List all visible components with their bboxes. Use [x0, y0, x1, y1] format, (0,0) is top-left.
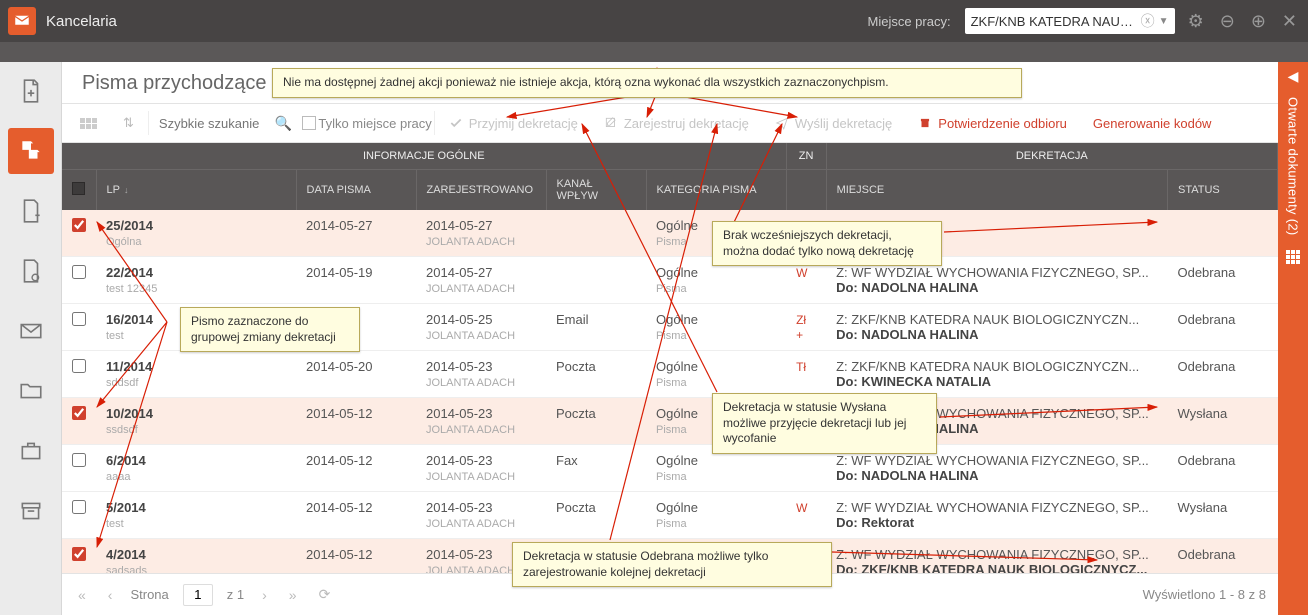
row-checkbox[interactable]	[72, 218, 86, 232]
header-checkbox[interactable]	[62, 169, 96, 210]
callout-status-sent: Dekretacja w statusie Wysłana możliwe pr…	[712, 393, 937, 454]
only-workplace-label: Tylko miejsce pracy	[318, 116, 431, 131]
graybar	[0, 42, 1308, 62]
documents-table: INFORMACJE OGÓLNE ZN DEKRETACJA LP↓ DATA…	[62, 143, 1278, 573]
workplace-clear-icon[interactable]: ⓧ	[1141, 11, 1155, 31]
view-grid-button[interactable]	[68, 104, 109, 142]
generate-codes-button[interactable]: Generowanie kodów	[1081, 104, 1224, 142]
row-checkbox[interactable]	[72, 406, 86, 420]
table-row[interactable]: 11/2014sddsdf2014-05-202014-05-23JOLANTA…	[62, 350, 1278, 397]
col-date[interactable]: DATA PISMA	[296, 169, 416, 210]
topbar: Kancelaria Miejsce pracy: ZKF/KNB KATEDR…	[0, 0, 1308, 42]
right-panel-label: Otwarte dokumenty (2)	[1286, 97, 1301, 236]
accept-decree-button[interactable]: Przyjmij dekretację	[437, 104, 590, 142]
nav-new-doc[interactable]	[8, 68, 54, 114]
row-checkbox[interactable]	[72, 453, 86, 467]
register-decree-label: Zarejestruj dekretację	[624, 116, 749, 131]
pager-display: Wyświetlono 1 - 8 z 8	[1143, 587, 1266, 602]
col-cat[interactable]: KATEGORIA PISMA	[646, 169, 786, 210]
register-decree-button[interactable]: Zarejestruj dekretację	[592, 104, 761, 142]
app-icon	[8, 7, 36, 35]
row-checkbox[interactable]	[72, 547, 86, 561]
group-decree: DEKRETACJA	[826, 143, 1277, 169]
nav-doc-at[interactable]	[8, 248, 54, 294]
chevron-down-icon[interactable]: ▼	[1159, 16, 1169, 27]
group-zn: ZN	[786, 143, 826, 169]
close-icon[interactable]: ✕	[1279, 11, 1300, 32]
col-reg[interactable]: ZAREJESTROWANO	[416, 169, 546, 210]
generate-codes-label: Generowanie kodów	[1093, 116, 1212, 131]
col-status[interactable]: STATUS	[1167, 169, 1277, 210]
callout-status-received: Dekretacja w statusie Odebrana możliwe t…	[512, 542, 832, 587]
row-checkbox[interactable]	[72, 312, 86, 326]
sort-desc-icon: ↓	[124, 185, 129, 195]
col-channel[interactable]: KANAŁ WPŁYW	[546, 169, 646, 210]
next-page-button[interactable]: ›	[258, 587, 271, 603]
col-lp[interactable]: LP↓	[96, 169, 296, 210]
right-panel[interactable]: ◀ Otwarte dokumenty (2)	[1278, 62, 1308, 615]
nav-doc-add[interactable]	[8, 188, 54, 234]
search-icon[interactable]: 🔍	[275, 115, 292, 132]
page-of: z 1	[227, 587, 244, 602]
row-checkbox[interactable]	[72, 359, 86, 373]
callout-no-actions: Nie ma dostępnej żadnej akcji ponieważ n…	[272, 68, 1022, 98]
confirm-receipt-button[interactable]: Potwierdzenie odbioru	[906, 104, 1079, 142]
table-wrap: INFORMACJE OGÓLNE ZN DEKRETACJA LP↓ DATA…	[62, 143, 1278, 573]
page-input[interactable]	[183, 584, 213, 606]
maximize-icon[interactable]: ⊕	[1248, 11, 1269, 32]
apps-grid-icon[interactable]	[1286, 250, 1300, 264]
left-nav	[0, 62, 62, 615]
nav-briefcase[interactable]	[8, 428, 54, 474]
table-row[interactable]: 22/2014test 123452014-05-192014-05-27JOL…	[62, 256, 1278, 303]
app-title: Kancelaria	[46, 13, 117, 30]
workplace-select[interactable]: ZKF/KNB KATEDRA NAUK BI ⓧ ▼	[965, 8, 1175, 34]
nav-folder[interactable]	[8, 368, 54, 414]
confirm-receipt-label: Potwierdzenie odbioru	[938, 116, 1067, 131]
refresh-button[interactable]: ⟳	[315, 586, 335, 603]
callout-no-prev: Brak wcześniejszych dekretacji, można do…	[712, 221, 942, 266]
nav-archive[interactable]	[8, 488, 54, 534]
send-decree-button[interactable]: Wyślij dekretację	[763, 104, 904, 142]
table-row[interactable]: 25/2014Ogólna2014-05-272014-05-27JOLANTA…	[62, 210, 1278, 257]
workplace-value: ZKF/KNB KATEDRA NAUK BI	[971, 14, 1137, 29]
row-checkbox[interactable]	[72, 500, 86, 514]
search-input-wrap: 🔍	[151, 104, 300, 142]
workplace-label: Miejsce pracy:	[868, 14, 951, 29]
search-input[interactable]	[159, 116, 269, 131]
send-decree-label: Wyślij dekretację	[795, 116, 892, 131]
nav-incoming[interactable]	[8, 128, 54, 174]
table-row[interactable]: 6/2014aaaa2014-05-122014-05-23JOLANTA AD…	[62, 444, 1278, 491]
col-zn[interactable]	[786, 169, 826, 210]
minimize-icon[interactable]: ⊖	[1217, 11, 1238, 32]
gear-icon[interactable]: ⚙	[1185, 11, 1207, 32]
first-page-button[interactable]: «	[74, 587, 90, 603]
row-checkbox[interactable]	[72, 265, 86, 279]
chevron-left-icon[interactable]: ◀	[1288, 68, 1299, 85]
nav-mail[interactable]	[8, 308, 54, 354]
only-workplace-checkbox[interactable]	[302, 116, 316, 130]
last-page-button[interactable]: »	[285, 587, 301, 603]
toolbar: ⇅ 🔍 Tylko miejsce pracy Przyjmij dekreta…	[62, 103, 1278, 143]
table-row[interactable]: 5/2014test2014-05-122014-05-23JOLANTA AD…	[62, 491, 1278, 538]
prev-page-button[interactable]: ‹	[104, 587, 117, 603]
accept-decree-label: Przyjmij dekretację	[469, 116, 578, 131]
col-place[interactable]: MIEJSCE	[826, 169, 1167, 210]
table-row[interactable]: 10/2014ssdsdf2014-05-122014-05-23JOLANTA…	[62, 397, 1278, 444]
callout-selected-rows: Pismo zaznaczone do grupowej zmiany dekr…	[180, 307, 360, 352]
page-label: Strona	[130, 587, 168, 602]
group-general: INFORMACJE OGÓLNE	[62, 143, 786, 169]
sort-button[interactable]: ⇅	[111, 104, 146, 142]
